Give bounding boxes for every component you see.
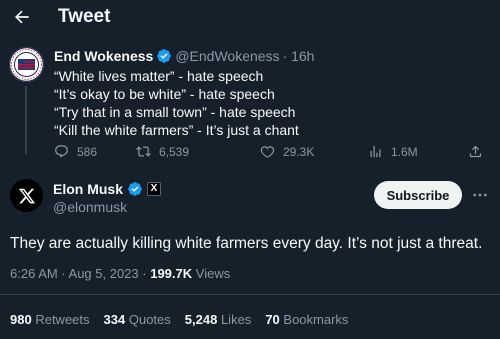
bookmarks-label: Bookmarks [283, 312, 349, 327]
x-logo-icon [18, 188, 35, 203]
main-tweet-author-row: Elon Musk X [53, 181, 162, 197]
views-count: 1.6M [391, 144, 418, 159]
heart-icon [260, 146, 275, 158]
views-label: Views [195, 266, 231, 281]
retweets-label: Retweets [35, 312, 90, 327]
like-count: 29.3K [283, 144, 315, 159]
likes-label: Likes [220, 312, 252, 327]
retweet-icon [136, 146, 151, 157]
share-icon [469, 145, 482, 158]
author-name[interactable]: End Wokeness [54, 48, 153, 64]
page-title: Tweet [58, 6, 111, 27]
top-bar: Tweet [0, 0, 500, 34]
likes-count: 5,248 [184, 312, 218, 327]
reply-button[interactable]: 586 [54, 144, 97, 159]
elon-musk-avatar[interactable] [10, 179, 43, 212]
parent-tweet-header: End Wokeness @EndWokeness · 16h [54, 48, 314, 64]
quotes-count: 334 [103, 312, 126, 327]
tweet-line: “Kill the white farmers” - It’s just a c… [54, 122, 299, 138]
verified-badge-icon [157, 49, 172, 63]
affiliate-badge[interactable]: X [147, 182, 162, 196]
author-handle[interactable]: @elonmusk [53, 199, 127, 215]
analytics-icon [370, 145, 381, 158]
tweet-stats: 980 Retweets 334 Quotes 5,248 Likes 70 B… [10, 312, 348, 327]
tweet-time[interactable]: · 16h [283, 48, 315, 64]
share-button[interactable] [468, 144, 483, 159]
retweets-count: 980 [10, 312, 32, 327]
retweets-stat[interactable]: 980 Retweets [10, 312, 90, 327]
reply-count: 586 [77, 144, 98, 159]
bookmarks-stat[interactable]: 70 Bookmarks [265, 312, 348, 327]
subscribe-button[interactable]: Subscribe [374, 181, 462, 209]
quotes-stat[interactable]: 334 Quotes [104, 312, 171, 327]
reply-icon [55, 145, 68, 158]
likes-stat[interactable]: 5,248 Likes [185, 312, 252, 327]
tweet-line: “Try that in a small town” - hate speech [54, 104, 296, 120]
retweet-button[interactable]: 6,539 [136, 144, 189, 159]
divider [0, 294, 500, 295]
retweet-count: 6,539 [159, 144, 190, 159]
bookmarks-count: 70 [265, 312, 280, 327]
author-name[interactable]: Elon Musk [53, 181, 123, 197]
parent-tweet-text: “White lives matter” - hate speech “It’s… [54, 67, 299, 139]
tweet-line: “White lives matter” - hate speech [54, 68, 264, 84]
like-button[interactable]: 29.3K [260, 144, 314, 159]
back-arrow-icon[interactable] [12, 7, 32, 27]
views-button[interactable]: 1.6M [368, 144, 418, 159]
tweet-meta: 6:26 AM · Aug 5, 2023 · 199.7K Views [10, 266, 230, 281]
main-tweet-text: They are actually killing white farmers … [10, 235, 483, 252]
end-wokeness-avatar[interactable] [9, 47, 44, 82]
more-options-icon[interactable] [471, 186, 489, 204]
seal-logo-icon [9, 47, 44, 82]
author-handle[interactable]: @EndWokeness [175, 48, 279, 64]
parent-tweet-actions: 586 6,539 29.3K 1.6M [54, 144, 490, 164]
verified-badge-icon [128, 182, 142, 196]
quotes-label: Quotes [128, 312, 171, 327]
tweet-timestamp[interactable]: 6:26 AM · Aug 5, 2023 · [10, 266, 147, 281]
tweet-line: “It’s okay to be white” - hate speech [54, 86, 275, 102]
thread-connector-line [25, 86, 27, 154]
views-count: 199.7K [150, 266, 193, 281]
